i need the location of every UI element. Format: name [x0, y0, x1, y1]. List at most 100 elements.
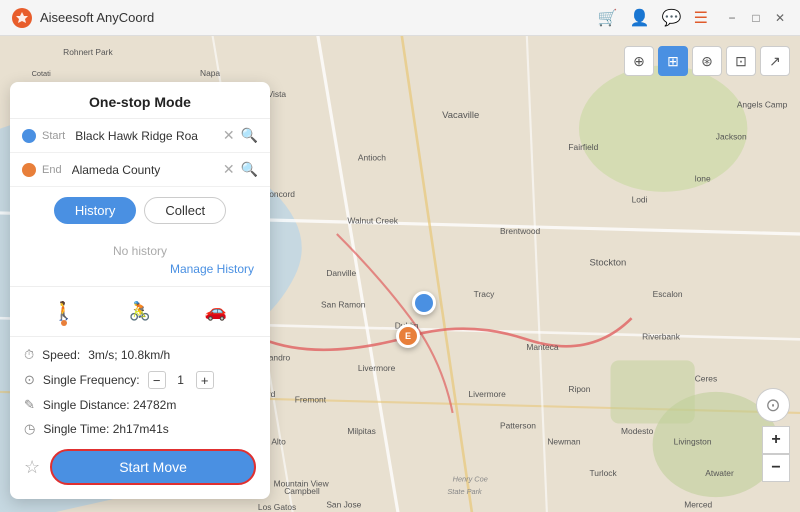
freq-icon: ⊙: [24, 372, 35, 388]
walk-mode-indicator: [61, 320, 67, 326]
walk-mode-button[interactable]: 🚶: [26, 297, 102, 326]
svg-text:Danville: Danville: [326, 268, 356, 278]
map-container[interactable]: Vacaville Fairfield Lodi Stockton Antioc…: [0, 36, 800, 512]
speed-row: ⏱ Speed: 3m/s; 10.8km/h: [10, 343, 270, 367]
svg-text:Brentwood: Brentwood: [500, 226, 541, 236]
zoom-out-button[interactable]: −: [762, 454, 790, 482]
end-search-icon[interactable]: 🔍: [241, 161, 258, 178]
waypoint-tool-button[interactable]: ⊛: [692, 46, 722, 76]
end-input-row: End ✕ 🔍: [10, 153, 270, 187]
start-clear-icon[interactable]: ✕: [223, 127, 235, 144]
divider-1: [10, 286, 270, 287]
svg-text:Escalon: Escalon: [653, 289, 683, 299]
drive-mode-button[interactable]: 🚗: [178, 297, 254, 326]
speed-label: Speed:: [42, 348, 80, 362]
history-area: No history Manage History: [10, 234, 270, 280]
svg-text:Ripon: Ripon: [568, 384, 590, 394]
end-pin-letter: E: [405, 331, 411, 341]
svg-text:Riverbank: Riverbank: [642, 331, 681, 341]
start-input[interactable]: [75, 129, 217, 143]
menu-icon[interactable]: ☰: [694, 8, 708, 28]
person-icon[interactable]: 👤: [630, 8, 650, 28]
start-map-pin: [412, 291, 436, 315]
transport-mode-row: 🚶 🚴 🚗: [10, 293, 270, 330]
svg-text:Campbell: Campbell: [284, 486, 320, 496]
start-move-button[interactable]: Start Move: [50, 449, 256, 485]
start-search-icon[interactable]: 🔍: [241, 127, 258, 144]
svg-text:Manteca: Manteca: [526, 342, 559, 352]
svg-text:Walnut Creek: Walnut Creek: [347, 215, 398, 225]
route-tool-button[interactable]: ⊞: [658, 46, 688, 76]
svg-text:lone: lone: [695, 173, 711, 183]
area-tool-button[interactable]: ⊡: [726, 46, 756, 76]
start-dot-icon: [22, 129, 36, 143]
close-button[interactable]: ✕: [772, 10, 788, 26]
freq-label: Single Frequency:: [43, 373, 140, 387]
svg-text:Milpitas: Milpitas: [347, 426, 376, 436]
distance-row: ✎ Single Distance: 24782m: [10, 393, 270, 417]
manage-history-link[interactable]: Manage History: [10, 262, 270, 276]
restore-button[interactable]: □: [748, 10, 764, 26]
history-collect-tabs: History Collect: [10, 187, 270, 234]
end-input[interactable]: [72, 163, 217, 177]
bike-mode-button[interactable]: 🚴: [102, 297, 178, 326]
export-tool-button[interactable]: ↗: [760, 46, 790, 76]
side-panel: One-stop Mode Start ✕ 🔍 End ✕ 🔍 History …: [10, 82, 270, 499]
frequency-row: ⊙ Single Frequency: − 1 +: [10, 367, 270, 393]
end-dot-icon: [22, 163, 36, 177]
window-controls: − □ ✕: [724, 10, 788, 26]
freq-increase-button[interactable]: +: [196, 371, 214, 389]
svg-text:Modesto: Modesto: [621, 426, 654, 436]
svg-text:Jackson: Jackson: [716, 131, 747, 141]
divider-2: [10, 336, 270, 337]
app-title-text: Aiseesoft AnyCoord: [40, 10, 598, 25]
svg-text:Cotati: Cotati: [32, 69, 52, 78]
chat-icon[interactable]: 💬: [662, 8, 682, 28]
cart-icon[interactable]: 🛒: [598, 8, 618, 28]
distance-icon: ✎: [24, 397, 35, 413]
svg-text:State Park: State Park: [447, 487, 482, 496]
history-tab[interactable]: History: [54, 197, 136, 224]
svg-text:Newman: Newman: [547, 437, 580, 447]
map-toolbar: ⊕ ⊞ ⊛ ⊡ ↗: [624, 46, 790, 76]
time-value: Single Time: 2h17m41s: [43, 422, 168, 436]
svg-text:Napa: Napa: [200, 68, 220, 78]
svg-text:Vacaville: Vacaville: [442, 110, 479, 121]
end-clear-icon[interactable]: ✕: [223, 161, 235, 178]
end-map-pin: E: [396, 324, 420, 348]
svg-text:Henry Coe: Henry Coe: [453, 474, 488, 483]
svg-text:Stockton: Stockton: [589, 258, 626, 269]
favorite-star-button[interactable]: ☆: [24, 457, 40, 478]
svg-text:Fremont: Fremont: [295, 394, 327, 404]
location-tool-button[interactable]: ⊕: [624, 46, 654, 76]
collect-tab[interactable]: Collect: [144, 197, 226, 224]
freq-decrease-button[interactable]: −: [148, 371, 166, 389]
svg-text:Atwater: Atwater: [705, 468, 734, 478]
svg-text:Tracy: Tracy: [474, 289, 496, 299]
svg-text:Antioch: Antioch: [358, 152, 386, 162]
freq-value: 1: [174, 373, 188, 387]
svg-text:Lodi: Lodi: [632, 194, 648, 204]
panel-title: One-stop Mode: [10, 82, 270, 119]
svg-text:San Jose: San Jose: [326, 500, 361, 510]
time-icon: ◷: [24, 421, 35, 437]
speed-value: 3m/s; 10.8km/h: [88, 348, 170, 362]
svg-text:Livermore: Livermore: [358, 363, 396, 373]
svg-text:Livermore: Livermore: [468, 389, 506, 399]
no-history-text: No history: [113, 244, 167, 258]
titlebar: Aiseesoft AnyCoord 🛒 👤 💬 ☰ − □ ✕: [0, 0, 800, 36]
svg-text:Ceres: Ceres: [695, 373, 717, 383]
app-logo: [12, 8, 32, 28]
map-zoom-controls: + −: [762, 426, 790, 482]
freq-controls: − 1 +: [148, 371, 214, 389]
svg-text:Angels Camp: Angels Camp: [737, 100, 788, 110]
svg-text:Patterson: Patterson: [500, 421, 536, 431]
speed-icon: ⏱: [24, 347, 34, 363]
svg-text:Rohnert Park: Rohnert Park: [63, 47, 113, 57]
start-label: Start: [42, 130, 65, 142]
svg-text:San Ramon: San Ramon: [321, 300, 366, 310]
compass-icon[interactable]: ⊙: [756, 388, 790, 422]
end-label: End: [42, 164, 62, 176]
minimize-button[interactable]: −: [724, 10, 740, 26]
zoom-in-button[interactable]: +: [762, 426, 790, 454]
